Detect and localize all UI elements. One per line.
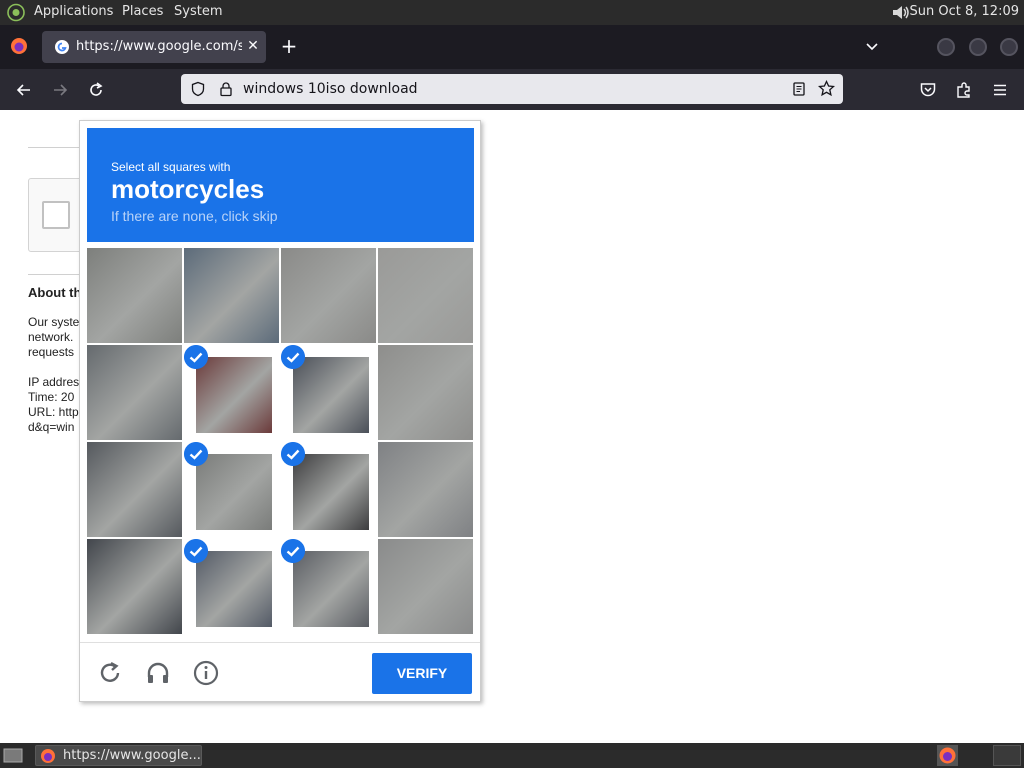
captcha-target: motorcycles xyxy=(111,174,265,204)
captcha-tile[interactable] xyxy=(281,539,376,634)
recaptcha-checkbox[interactable] xyxy=(42,201,70,229)
audio-challenge-icon[interactable] xyxy=(145,660,171,686)
checkmark-icon xyxy=(281,539,305,563)
firefox-icon[interactable] xyxy=(937,745,958,766)
captcha-tile-image xyxy=(87,345,182,440)
close-window-button[interactable] xyxy=(1000,38,1018,56)
checkmark-icon xyxy=(184,442,208,466)
captcha-challenge: Select all squares with motorcycles If t… xyxy=(79,120,481,702)
page-text-line: network. xyxy=(28,330,74,344)
tab-title: https://www.google.com/se xyxy=(76,39,242,54)
captcha-header: Select all squares with motorcycles If t… xyxy=(87,128,474,242)
captcha-instruction: Select all squares with xyxy=(111,160,231,174)
captcha-tile[interactable] xyxy=(281,345,376,440)
forward-arrow-icon[interactable] xyxy=(51,81,69,99)
gnome-foot-icon[interactable] xyxy=(6,3,26,22)
menu-system[interactable]: System xyxy=(174,4,222,19)
captcha-tile[interactable] xyxy=(184,345,279,440)
captcha-tile[interactable] xyxy=(378,539,473,634)
hamburger-menu-icon[interactable] xyxy=(991,81,1009,99)
captcha-tile[interactable] xyxy=(184,442,279,537)
taskbar-item-label: https://www.google... xyxy=(63,748,201,763)
captcha-tile[interactable] xyxy=(184,539,279,634)
captcha-tile-image xyxy=(184,248,279,343)
lock-icon[interactable] xyxy=(218,81,234,97)
google-favicon-icon xyxy=(55,40,69,54)
captcha-tile[interactable] xyxy=(378,248,473,343)
captcha-tile[interactable] xyxy=(378,442,473,537)
firefox-icon[interactable] xyxy=(10,37,28,55)
captcha-grid xyxy=(87,248,474,635)
captcha-tile[interactable] xyxy=(87,539,182,634)
checkmark-icon xyxy=(281,442,305,466)
url-input[interactable]: windows 10iso download xyxy=(243,81,418,97)
checkmark-icon xyxy=(184,345,208,369)
captcha-tile[interactable] xyxy=(87,442,182,537)
close-tab-icon[interactable]: ✕ xyxy=(244,37,262,55)
page-text-line: Time: 20 xyxy=(28,390,75,404)
back-arrow-icon[interactable] xyxy=(15,81,33,99)
verify-button[interactable]: VERIFY xyxy=(372,653,472,694)
top-panel: Applications Places System Sun Oct 8, 12… xyxy=(0,0,1024,25)
tab-google[interactable]: https://www.google.com/se ✕ xyxy=(42,31,266,63)
captcha-tile[interactable] xyxy=(281,248,376,343)
minimize-window-button[interactable] xyxy=(937,38,955,56)
captcha-tile-image xyxy=(293,551,369,627)
maximize-window-button[interactable] xyxy=(969,38,987,56)
reader-view-icon[interactable] xyxy=(791,81,807,97)
captcha-tile-image xyxy=(196,357,272,433)
menu-places[interactable]: Places xyxy=(122,4,163,19)
captcha-tile-image xyxy=(378,248,473,343)
page-text-line: requests xyxy=(28,345,75,359)
captcha-tile-image xyxy=(378,345,473,440)
captcha-tile[interactable] xyxy=(184,248,279,343)
chevron-down-icon[interactable] xyxy=(864,38,880,54)
captcha-tile-image xyxy=(196,454,272,530)
url-bar[interactable]: windows 10iso download xyxy=(181,74,843,104)
captcha-footer: VERIFY xyxy=(80,642,480,702)
captcha-tile-image xyxy=(87,539,182,634)
bookmark-star-icon[interactable] xyxy=(818,80,835,97)
captcha-tile-image xyxy=(87,442,182,537)
new-tab-button[interactable]: + xyxy=(280,36,298,56)
captcha-tile-image xyxy=(293,357,369,433)
bottom-panel: https://www.google... xyxy=(0,743,1024,768)
captcha-tile-image xyxy=(87,248,182,343)
nav-bar: windows 10iso download xyxy=(0,69,1024,110)
captcha-tile-image xyxy=(293,454,369,530)
workspace-switcher[interactable] xyxy=(993,745,1021,766)
page-text-line: IP addres xyxy=(28,375,80,389)
captcha-skip-hint: If there are none, click skip xyxy=(111,208,278,224)
captcha-tile[interactable] xyxy=(378,345,473,440)
firefox-icon xyxy=(41,749,55,763)
pocket-icon[interactable] xyxy=(919,81,937,99)
page-text-line: Our syste xyxy=(28,315,80,329)
captcha-tile[interactable] xyxy=(87,345,182,440)
page-text-line: d&q=win xyxy=(28,420,75,434)
clock[interactable]: Sun Oct 8, 12:09 xyxy=(910,4,1019,19)
checkmark-icon xyxy=(184,539,208,563)
taskbar-item-firefox[interactable]: https://www.google... xyxy=(35,745,202,766)
captcha-tile-image xyxy=(196,551,272,627)
reload-challenge-icon[interactable] xyxy=(97,660,123,686)
about-heading: About th xyxy=(28,285,82,300)
captcha-tile[interactable] xyxy=(281,442,376,537)
checkmark-icon xyxy=(281,345,305,369)
page-text-line: URL: http xyxy=(28,405,79,419)
captcha-tile-image xyxy=(281,248,376,343)
shield-icon[interactable] xyxy=(190,81,206,97)
captcha-tile-image xyxy=(378,539,473,634)
captcha-tile-image xyxy=(378,442,473,537)
menu-applications[interactable]: Applications xyxy=(34,4,113,19)
extensions-icon[interactable] xyxy=(955,81,973,99)
info-icon[interactable] xyxy=(193,660,219,686)
tab-strip: https://www.google.com/se ✕ + xyxy=(0,25,1024,69)
captcha-tile[interactable] xyxy=(87,248,182,343)
show-desktop-icon[interactable] xyxy=(3,747,23,764)
reload-icon[interactable] xyxy=(87,81,105,99)
